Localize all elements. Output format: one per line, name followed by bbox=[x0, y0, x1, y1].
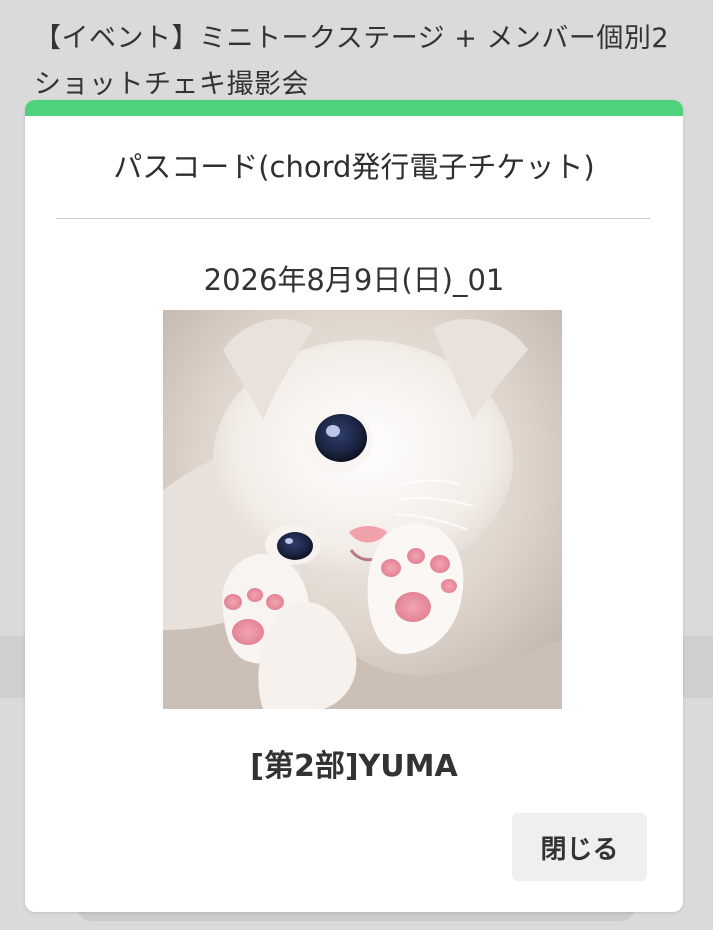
left-paw-pad-2 bbox=[247, 588, 263, 602]
right-paw-pad-3 bbox=[430, 555, 450, 573]
right-paw-pad-2 bbox=[407, 548, 425, 564]
left-paw-pad-1 bbox=[224, 594, 242, 610]
kitten-eye-bottom bbox=[277, 532, 313, 560]
right-paw-pad-1 bbox=[381, 559, 401, 577]
modal-accent-bar bbox=[25, 100, 683, 116]
ticket-modal: パスコード(chord発行電子チケット) 2026年8月9日(日)_01 [第2… bbox=[25, 100, 683, 912]
close-button[interactable]: 閉じる bbox=[512, 813, 647, 881]
right-paw-pad-main bbox=[395, 592, 431, 622]
member-label: [第2部]YUMA bbox=[250, 749, 458, 784]
ticket-screen: 【イベント】ミニトークステージ + メンバー個別2 ショットチェキ撮影会 パスコ… bbox=[0, 0, 713, 930]
left-paw-pad-main bbox=[232, 619, 264, 645]
event-title-line-1: 【イベント】ミニトークステージ + メンバー個別2 bbox=[34, 23, 670, 54]
eye-highlight-top bbox=[326, 425, 340, 437]
modal-title: パスコード(chord発行電子チケット) bbox=[113, 150, 595, 184]
ticket-date: 2026年8月9日(日)_01 bbox=[203, 263, 505, 297]
right-paw-pad-4 bbox=[441, 579, 457, 593]
modal-divider bbox=[56, 218, 650, 219]
kitten-photo bbox=[163, 310, 562, 709]
event-title: 【イベント】ミニトークステージ + メンバー個別2 ショットチェキ撮影会 bbox=[34, 16, 684, 108]
left-paw-pad-3 bbox=[266, 594, 284, 610]
kitten-photo-illustration bbox=[163, 310, 562, 709]
kitten-eye-top bbox=[315, 414, 367, 462]
eye-highlight-bottom bbox=[285, 538, 293, 544]
